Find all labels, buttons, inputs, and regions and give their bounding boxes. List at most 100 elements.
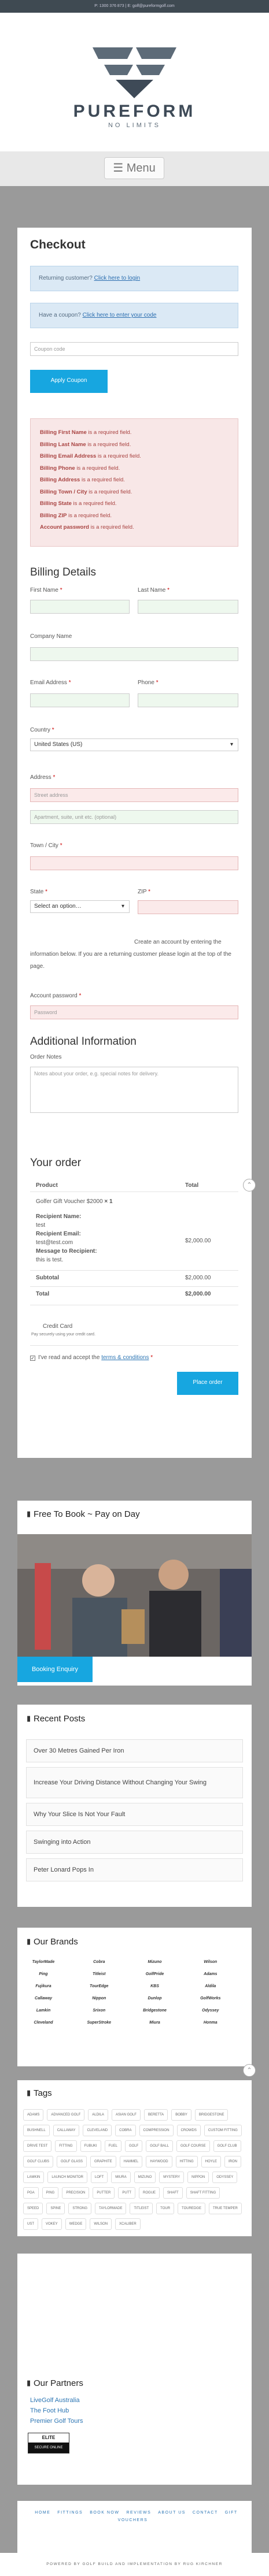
tag-link[interactable]: WILSON xyxy=(90,2218,112,2230)
tag-link[interactable]: MIURA xyxy=(111,2172,131,2183)
tag-link[interactable]: TITLEIST xyxy=(130,2203,153,2214)
tag-link[interactable]: TRUE TEMPER xyxy=(208,2203,242,2214)
tag-link[interactable]: WEDGE xyxy=(65,2218,87,2230)
brand-logo[interactable]: Dunlop xyxy=(135,1996,175,2000)
tag-link[interactable]: ADVANCED GOLF xyxy=(47,2109,85,2121)
brand-logo[interactable]: TaylorMade xyxy=(23,1960,64,1964)
brand-logo[interactable]: KBS xyxy=(135,1984,175,1988)
brand-logo[interactable]: Lamkin xyxy=(23,2009,64,2013)
apply-coupon-button[interactable]: Apply Coupon xyxy=(30,370,108,393)
first-name-input[interactable] xyxy=(30,600,130,614)
tag-link[interactable]: ODYSSEY xyxy=(212,2172,238,2183)
company-input[interactable] xyxy=(30,647,238,661)
last-name-input[interactable] xyxy=(138,600,238,614)
street-address-input[interactable]: Street address xyxy=(30,788,238,802)
tag-link[interactable]: FUEL xyxy=(104,2140,121,2152)
tag-link[interactable]: UST xyxy=(23,2218,38,2230)
brand-logo[interactable]: TourEdge xyxy=(79,1984,119,1988)
chevron-up-icon[interactable]: ⌃ xyxy=(243,2064,256,2077)
tag-link[interactable]: NIPPON xyxy=(187,2172,209,2183)
email-input[interactable] xyxy=(30,693,130,707)
tag-link[interactable]: GOLF GLASS xyxy=(57,2156,87,2167)
state-select[interactable]: Select an option… ▾ xyxy=(30,900,130,913)
tag-link[interactable]: SHAFT xyxy=(163,2187,183,2199)
tag-link[interactable]: CROWDS xyxy=(176,2125,201,2136)
tag-link[interactable]: GOLF xyxy=(124,2140,143,2152)
brand-logo[interactable]: Bridgestone xyxy=(135,2009,175,2013)
tag-link[interactable]: GOLF BALL xyxy=(146,2140,173,2152)
footer-link[interactable]: REVIEWS xyxy=(126,2511,151,2515)
list-item[interactable]: Swinging into Action xyxy=(26,1831,243,1854)
tag-link[interactable]: BOBBY xyxy=(171,2109,191,2121)
tag-link[interactable]: LAUNCH MONITOR xyxy=(47,2172,87,2183)
brand-logo[interactable]: Cobra xyxy=(79,1960,119,1964)
order-notes-textarea[interactable]: Notes about your order, e.g. special not… xyxy=(30,1067,238,1113)
booking-enquiry-button[interactable]: Booking Enquiry xyxy=(17,1657,93,1682)
tag-link[interactable]: ADAMS xyxy=(23,2109,44,2121)
pureform-logo-icon[interactable] xyxy=(93,42,176,102)
tag-link[interactable]: ROGUE xyxy=(139,2187,160,2199)
tag-link[interactable]: COMPRESSION xyxy=(139,2125,174,2136)
tag-link[interactable]: GOLF CLUBS xyxy=(23,2156,54,2167)
coupon-code-input[interactable]: Coupon code xyxy=(30,342,238,356)
brand-logo[interactable]: Cleveland xyxy=(23,2021,64,2025)
list-item[interactable]: Increase Your Driving Distance Without C… xyxy=(26,1767,243,1798)
secure-badge[interactable]: ELITE SECURE ONLINE xyxy=(28,2433,69,2453)
partner-link[interactable]: The Foot Hub xyxy=(30,2407,69,2414)
tag-link[interactable]: SPEED xyxy=(23,2203,43,2214)
brand-logo[interactable]: Titleist xyxy=(79,1972,119,1976)
phone-input[interactable] xyxy=(138,693,238,707)
tag-link[interactable]: FITTING xyxy=(55,2140,77,2152)
tag-link[interactable]: IRON xyxy=(224,2156,241,2167)
tag-link[interactable]: DRIVE TEST xyxy=(23,2140,52,2152)
tag-link[interactable]: TOUREDGE xyxy=(178,2203,205,2214)
footer-link[interactable]: CONTACT xyxy=(193,2511,218,2515)
payment-method-label[interactable]: Credit Card xyxy=(43,1323,72,1330)
list-item[interactable]: Peter Lonard Pops In xyxy=(26,1858,243,1881)
brand-logo[interactable]: Nippon xyxy=(79,1996,119,2000)
chevron-up-icon[interactable]: ⌃ xyxy=(243,1179,256,1192)
brand-logo[interactable]: GolfWorks xyxy=(190,1996,231,2000)
partner-link[interactable]: Premier Golf Tours xyxy=(30,2418,83,2425)
tag-link[interactable]: BERETTA xyxy=(143,2109,168,2121)
footer-link[interactable]: FITTINGS xyxy=(57,2511,83,2515)
tag-link[interactable]: PRECISION xyxy=(62,2187,90,2199)
tag-link[interactable]: BUSHNELL xyxy=(23,2125,50,2136)
tag-link[interactable]: GOLF CLUB xyxy=(213,2140,241,2152)
list-item[interactable]: Why Your Slice Is Not Your Fault xyxy=(26,1803,243,1826)
tag-link[interactable]: MYSTERY xyxy=(159,2172,185,2183)
tag-link[interactable]: XCALIBER xyxy=(115,2218,141,2230)
terms-link[interactable]: terms & conditions xyxy=(101,1354,149,1361)
brand-logo[interactable]: Mizuno xyxy=(135,1960,175,1964)
tag-link[interactable]: HOYLE xyxy=(201,2156,221,2167)
tag-link[interactable]: BRIDGESTONE xyxy=(194,2109,229,2121)
tag-link[interactable]: TOUR xyxy=(156,2203,175,2214)
brand-logo[interactable]: SuperStroke xyxy=(79,2021,119,2025)
tag-link[interactable]: ALDILA xyxy=(88,2109,108,2121)
brand-logo[interactable]: GolfPride xyxy=(135,1972,175,1976)
terms-checkbox[interactable]: ✓ xyxy=(30,1356,35,1361)
tag-link[interactable]: HAYWOOD xyxy=(146,2156,172,2167)
password-input[interactable]: Password xyxy=(30,1005,238,1019)
brand-logo[interactable]: Wilson xyxy=(190,1960,231,1964)
tag-link[interactable]: LOFT xyxy=(90,2172,108,2183)
footer-link[interactable]: BOOK NOW xyxy=(90,2511,119,2515)
apartment-input[interactable]: Apartment, suite, unit etc. (optional) xyxy=(30,810,238,824)
tag-link[interactable]: LAMKIN xyxy=(23,2172,45,2183)
tag-link[interactable]: CUSTOM FITTING xyxy=(204,2125,242,2136)
tag-link[interactable]: SHAFT FITTING xyxy=(186,2187,220,2199)
partner-link[interactable]: LiveGolf Australia xyxy=(30,2397,80,2404)
tag-link[interactable]: PUTTER xyxy=(93,2187,115,2199)
brand-logo[interactable]: Miura xyxy=(135,2021,175,2025)
tag-link[interactable]: CALLAWAY xyxy=(53,2125,80,2136)
tag-link[interactable]: GRAPHITE xyxy=(90,2156,116,2167)
list-item[interactable]: Over 30 Metres Gained Per Iron xyxy=(26,1739,243,1762)
tag-link[interactable]: TAYLORMADE xyxy=(95,2203,127,2214)
brand-logo[interactable]: Aldila xyxy=(190,1984,231,1988)
place-order-button[interactable]: Place order xyxy=(177,1372,238,1395)
tag-link[interactable]: GOLF COURSE xyxy=(176,2140,210,2152)
brand-logo[interactable]: Srixon xyxy=(79,2009,119,2013)
login-link[interactable]: Click here to login xyxy=(94,275,140,281)
footer-link[interactable]: HOME xyxy=(35,2511,50,2515)
footer-link[interactable]: ABOUT US xyxy=(158,2511,186,2515)
